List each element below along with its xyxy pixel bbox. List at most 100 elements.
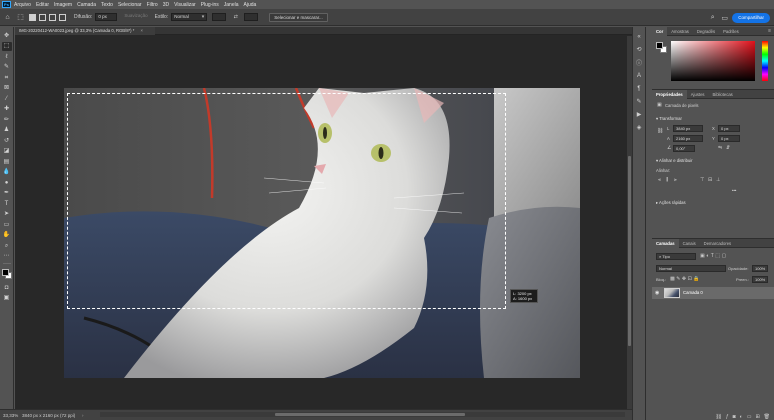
canvas-pasteboard[interactable]: L: 3200 px A: 1600 px xyxy=(15,36,627,409)
history-brush-tool-icon[interactable]: ↺ xyxy=(2,136,12,145)
workspace-icon[interactable]: ▭ xyxy=(720,13,729,22)
brush-tool-icon[interactable]: ✏ xyxy=(2,115,12,124)
transform-heading[interactable]: ▾ Transformar xyxy=(656,116,682,121)
more-tools-icon[interactable]: ⋯ xyxy=(2,252,12,261)
info-panel-icon[interactable]: ⓘ xyxy=(634,58,644,67)
healing-brush-tool-icon[interactable]: ✚ xyxy=(2,105,12,114)
paragraph-panel-icon[interactable]: ¶ xyxy=(634,84,644,93)
type-tool-icon[interactable]: T xyxy=(2,199,12,208)
menu-janela[interactable]: Janela xyxy=(224,2,239,8)
zoom-level[interactable]: 33,33% xyxy=(0,413,22,418)
pen-tool-icon[interactable]: ✒ xyxy=(2,189,12,198)
lasso-tool-icon[interactable]: ℓ xyxy=(2,52,12,61)
intersect-selection-icon[interactable] xyxy=(59,13,66,21)
gradient-tool-icon[interactable]: ▤ xyxy=(2,157,12,166)
hand-tool-icon[interactable]: ✋ xyxy=(2,231,12,240)
eraser-tool-icon[interactable]: ◪ xyxy=(2,147,12,156)
flip-horizontal-icon[interactable]: ⇋ xyxy=(718,145,722,151)
color-panel-swatches[interactable] xyxy=(656,42,668,54)
dodge-tool-icon[interactable]: ● xyxy=(2,178,12,187)
quick-mask-icon[interactable]: ◘ xyxy=(2,283,12,292)
new-layer-icon[interactable]: ⊞ xyxy=(755,414,759,420)
visibility-eye-icon[interactable]: ◉ xyxy=(655,290,659,296)
width-field[interactable]: 3840 px xyxy=(673,125,703,132)
quick-actions-heading[interactable]: ▸ Ações rápidas xyxy=(656,200,686,205)
marquee-tool-icon[interactable]: ⬚ xyxy=(16,13,25,22)
height-input[interactable] xyxy=(244,13,259,21)
y-field[interactable]: 0 px xyxy=(718,135,740,142)
marquee-selection[interactable] xyxy=(67,93,506,309)
home-icon[interactable]: ⌂ xyxy=(3,13,12,22)
feather-input[interactable]: 0 px xyxy=(95,13,118,21)
menu-filtro[interactable]: Filtro xyxy=(147,2,158,8)
character-panel-icon[interactable]: A xyxy=(634,71,644,80)
flip-vertical-icon[interactable]: ⇵ xyxy=(726,145,730,151)
horizontal-scrollbar-thumb[interactable] xyxy=(275,413,465,416)
align-more[interactable]: ••• xyxy=(732,188,736,193)
blur-tool-icon[interactable]: 💧 xyxy=(2,168,12,177)
screen-mode-icon[interactable]: ▣ xyxy=(2,294,12,303)
color-panel-foreground[interactable] xyxy=(656,42,663,49)
fx-icon[interactable]: ƒ xyxy=(726,414,729,420)
eyedropper-tool-icon[interactable]: ⁄ xyxy=(2,94,12,103)
menu-camada[interactable]: Camada xyxy=(77,2,96,8)
menu-imagem[interactable]: Imagem xyxy=(54,2,72,8)
color-picker-field[interactable] xyxy=(671,41,755,81)
x-field[interactable]: 0 px xyxy=(718,125,740,132)
menu-visualizar[interactable]: Visualizar xyxy=(174,2,196,8)
height-field[interactable]: 2160 px xyxy=(673,135,703,142)
opacity-field[interactable]: 100% xyxy=(752,265,768,272)
hue-slider[interactable] xyxy=(762,41,768,81)
angle-field[interactable]: 0,00° xyxy=(673,145,695,152)
select-and-mask-button[interactable]: Selecionar e mascarar... xyxy=(269,12,328,22)
style-select[interactable]: Normal xyxy=(171,13,208,21)
tab-camadas[interactable]: Camadas xyxy=(652,238,679,248)
clone-stamp-tool-icon[interactable]: ♟ xyxy=(2,126,12,135)
fill-field[interactable]: 100% xyxy=(752,276,768,283)
tab-amostras[interactable]: Amostras xyxy=(667,27,693,36)
frame-tool-icon[interactable]: ⊠ xyxy=(2,84,12,93)
align-middle-v-icon[interactable]: ⊟ xyxy=(708,177,712,183)
tab-demarcadores[interactable]: Demarcadores xyxy=(700,239,735,248)
tab-padroes[interactable]: Padrões xyxy=(719,27,743,36)
collapse-arrows-icon[interactable]: « xyxy=(634,32,644,41)
color-swatches[interactable] xyxy=(1,268,13,281)
menu-ajuda[interactable]: Ajuda xyxy=(244,2,257,8)
layer-name[interactable]: Camada 0 xyxy=(683,290,703,295)
close-icon[interactable]: × xyxy=(141,28,143,33)
tab-ajustes[interactable]: Ajustes xyxy=(687,90,709,99)
vertical-scrollbar-thumb[interactable] xyxy=(628,156,631,346)
rectangle-tool-icon[interactable]: ▭ xyxy=(2,220,12,229)
align-left-icon[interactable]: ⫷ xyxy=(658,177,661,183)
swap-icon[interactable]: ⇄ xyxy=(231,13,240,22)
glyphs-panel-icon[interactable]: ◈ xyxy=(634,123,644,132)
document-image[interactable]: L: 3200 px A: 1600 px xyxy=(64,88,580,378)
link-icon[interactable]: ⛓ xyxy=(716,414,722,420)
align-bottom-icon[interactable]: ⊥ xyxy=(716,177,720,183)
rectangular-marquee-tool-icon[interactable]: ⬚ xyxy=(1,41,12,51)
actions-panel-icon[interactable]: ▶ xyxy=(634,110,644,119)
group-icon[interactable]: ▭ xyxy=(747,414,752,420)
search-icon[interactable]: ⌕ xyxy=(708,13,717,22)
menu-plugins[interactable]: Plug-ins xyxy=(201,2,219,8)
document-tab[interactable]: IMG-20220412-WA0023.jpeg @ 33,3% (Camada… xyxy=(15,27,155,35)
tab-cor[interactable]: Cor xyxy=(652,26,668,36)
add-selection-icon[interactable] xyxy=(39,13,46,21)
menu-arquivo[interactable]: Arquivo xyxy=(14,2,31,8)
layer-filter-select[interactable]: ⌕ Tipo xyxy=(656,253,696,260)
link-dimensions-icon[interactable]: ⛓ xyxy=(657,128,663,134)
align-center-h-icon[interactable]: ⫼ xyxy=(666,177,668,183)
tab-propriedades[interactable]: Propriedades xyxy=(652,89,687,99)
anti-alias-checkbox[interactable]: Suavização xyxy=(122,13,149,21)
menu-3d[interactable]: 3D xyxy=(163,2,169,8)
history-panel-icon[interactable]: ⟲ xyxy=(634,45,644,54)
mask-icon[interactable]: ◙ xyxy=(733,414,736,420)
crop-tool-icon[interactable]: ⌗ xyxy=(2,73,12,82)
brush-panel-icon[interactable]: ✎ xyxy=(634,97,644,106)
trash-icon[interactable]: 🗑 xyxy=(764,414,770,420)
tab-canais[interactable]: Canais xyxy=(679,239,700,248)
blend-mode-select[interactable]: Normal xyxy=(656,265,726,272)
align-top-icon[interactable]: ⊤ xyxy=(700,177,704,183)
foreground-color[interactable] xyxy=(1,269,9,276)
quick-selection-tool-icon[interactable]: ✎ xyxy=(2,63,12,72)
